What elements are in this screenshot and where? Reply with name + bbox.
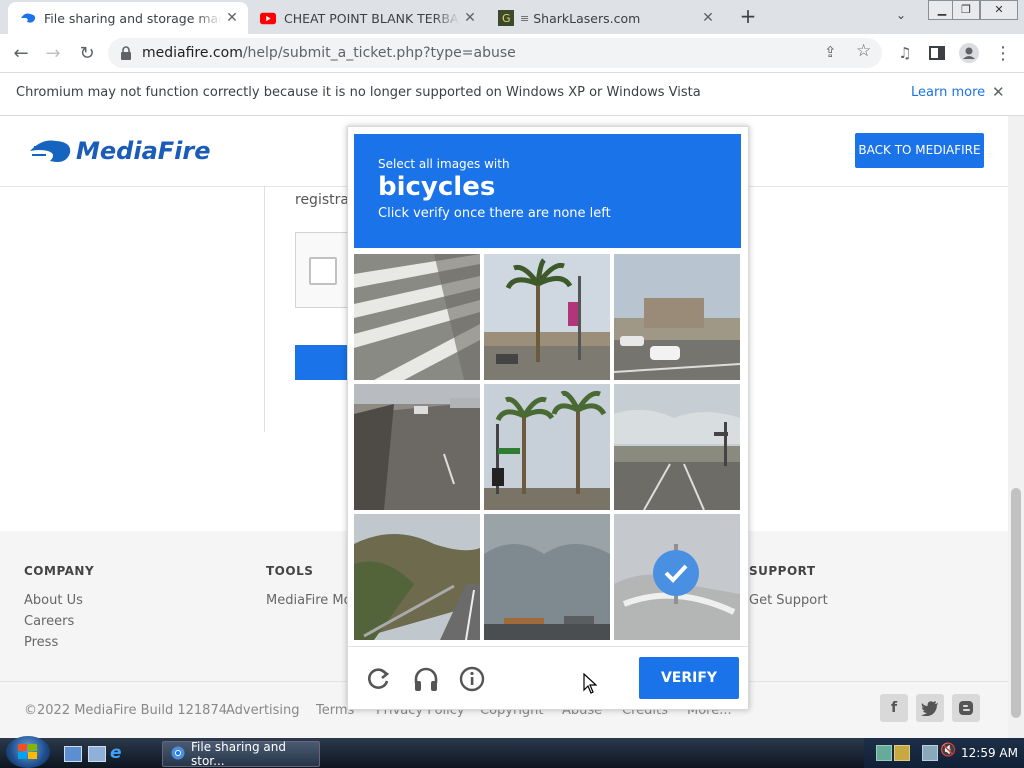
close-tab-icon[interactable]: ✕: [460, 10, 480, 26]
reload-icon[interactable]: ↻: [74, 40, 100, 66]
footer-link-advertising[interactable]: Advertising: [226, 703, 300, 718]
tab-cheat-point[interactable]: CHEAT POINT BLANK TERBARU 2022 ✕: [250, 2, 486, 34]
profile-avatar-icon[interactable]: [956, 40, 982, 66]
forward-arrow-icon[interactable]: →: [40, 40, 66, 66]
tab-sharklasers[interactable]: G ≡ SharkLasers.com ✕: [488, 2, 724, 34]
audio-challenge-headphones-icon[interactable]: [412, 665, 440, 697]
unsupported-os-infobar: Chromium may not function correctly beca…: [0, 73, 1024, 116]
captcha-tile-car-roof[interactable]: [614, 514, 740, 640]
bookmark-star-icon[interactable]: ☆: [856, 41, 871, 61]
close-tab-icon[interactable]: ✕: [222, 10, 242, 26]
recaptcha-challenge: Select all images with bicycles Click ve…: [347, 126, 749, 710]
challenge-prompt: Select all images with: [378, 157, 510, 171]
recaptcha-checkbox[interactable]: [309, 257, 337, 285]
infobar-message: Chromium may not function correctly beca…: [16, 85, 701, 100]
challenge-header: Select all images with bicycles Click ve…: [354, 134, 741, 248]
tray-app-icon[interactable]: [894, 745, 910, 761]
challenge-footer-divider: [348, 646, 748, 647]
footer-link-tools[interactable]: MediaFire Mo: [266, 593, 352, 608]
browser-toolbar: ← → ↻ mediafire.com/help/submit_a_ticket…: [0, 34, 1024, 73]
scrollbar-thumb[interactable]: [1011, 488, 1021, 718]
challenge-target: bicycles: [378, 172, 496, 202]
menu-lines-icon: ≡: [520, 11, 530, 25]
captcha-tile-palm-trees[interactable]: [484, 254, 610, 380]
kebab-menu-icon[interactable]: ⋮: [990, 40, 1016, 66]
new-tab-button[interactable]: +: [736, 6, 760, 28]
tile-selected-checkmark-icon: [653, 550, 699, 596]
captcha-tile-street-cars[interactable]: [614, 254, 740, 380]
mouse-cursor-icon: [583, 672, 598, 699]
learn-more-link[interactable]: Learn more: [911, 85, 985, 100]
internet-explorer-icon[interactable]: e: [110, 743, 122, 763]
taskbar-window-title: File sharing and stor...: [191, 740, 286, 768]
guerrilla-mail-favicon-icon: G: [498, 10, 514, 26]
challenge-instruction: Click verify once there are none left: [378, 206, 611, 221]
volume-muted-icon[interactable]: 🔇: [940, 743, 956, 758]
side-panel-icon[interactable]: [924, 40, 950, 66]
page-scrollbar[interactable]: [1008, 116, 1024, 738]
address-bar[interactable]: mediafire.com/help/submit_a_ticket.php?t…: [108, 38, 882, 68]
lock-icon: [120, 45, 132, 64]
windows-logo-icon: [18, 744, 37, 759]
footer-link-get-support[interactable]: Get Support: [749, 593, 828, 608]
mediafire-favicon-icon: [20, 10, 36, 26]
windows-taskbar: e File sharing and stor... 🔇 12:59 AM: [0, 736, 1024, 768]
captcha-tile-intersection[interactable]: [614, 384, 740, 510]
footer-heading-company: COMPANY: [24, 564, 95, 578]
tab-mediafire[interactable]: File sharing and storage made simple ✕: [8, 2, 248, 34]
info-icon[interactable]: [459, 666, 485, 696]
captcha-tile-highway[interactable]: [354, 384, 480, 510]
footer-link-press[interactable]: Press: [24, 635, 58, 650]
youtube-favicon-icon: [260, 10, 276, 26]
submit-button[interactable]: [295, 345, 355, 380]
twitter-icon[interactable]: [916, 694, 944, 722]
url-path: /help/submit_a_ticket.php?type=abuse: [242, 45, 516, 61]
back-to-mediafire-button[interactable]: BACK TO MEDIAFIRE: [855, 133, 984, 168]
facebook-icon[interactable]: f: [880, 694, 908, 722]
close-infobar-icon[interactable]: ✕: [992, 83, 1005, 101]
close-tab-icon[interactable]: ✕: [698, 10, 718, 26]
captcha-tile-cloudy-sky[interactable]: [484, 514, 610, 640]
tray-network-icon[interactable]: [876, 745, 892, 761]
footer-link-about[interactable]: About Us: [24, 593, 83, 608]
show-desktop-icon[interactable]: [64, 746, 82, 762]
mediafire-logo[interactable]: MediaFire: [28, 136, 211, 166]
svg-text:G: G: [502, 12, 511, 25]
captcha-tile-crosswalk[interactable]: [354, 254, 480, 380]
taskbar-clock[interactable]: 12:59 AM: [961, 746, 1018, 760]
content-divider: [264, 186, 265, 432]
logo-text: MediaFire: [76, 137, 211, 165]
tab-title: CHEAT POINT BLANK TERBARU 2022: [284, 10, 460, 26]
footer-heading-support: SUPPORT: [749, 564, 816, 578]
switch-windows-icon[interactable]: [88, 746, 106, 762]
reload-challenge-icon[interactable]: [365, 666, 391, 696]
url-host: mediafire.com: [142, 45, 243, 61]
restore-window-icon[interactable]: ❐: [952, 0, 980, 20]
tab-strip: File sharing and storage made simple ✕ C…: [0, 0, 1024, 34]
media-controls-icon[interactable]: ♫: [892, 40, 918, 66]
tab-title: File sharing and storage made simple: [44, 10, 222, 26]
tab-title: SharkLasers.com: [533, 10, 641, 26]
footer-link-careers[interactable]: Careers: [24, 614, 74, 629]
tab-search-chevron-icon[interactable]: ⌄: [896, 8, 906, 22]
close-window-icon[interactable]: ✕: [980, 0, 1018, 20]
captcha-tile-road-hills[interactable]: [354, 514, 480, 640]
registration-text: registra: [295, 192, 349, 208]
blogger-icon[interactable]: [952, 694, 980, 722]
captcha-tile-palm-traffic-light[interactable]: [484, 384, 610, 510]
taskbar-chromium-window[interactable]: File sharing and stor...: [162, 740, 320, 768]
mediafire-logo-icon: [30, 140, 71, 162]
verify-button[interactable]: VERIFY: [639, 657, 739, 699]
footer-copyright: ©2022 MediaFire Build 121874: [24, 703, 227, 718]
footer-heading-tools: TOOLS: [266, 564, 314, 578]
share-icon[interactable]: ⇪: [824, 43, 837, 61]
tray-display-icon[interactable]: [922, 745, 938, 761]
start-button[interactable]: [6, 736, 50, 768]
chromium-icon: [171, 746, 185, 763]
back-arrow-icon[interactable]: ←: [8, 40, 34, 66]
